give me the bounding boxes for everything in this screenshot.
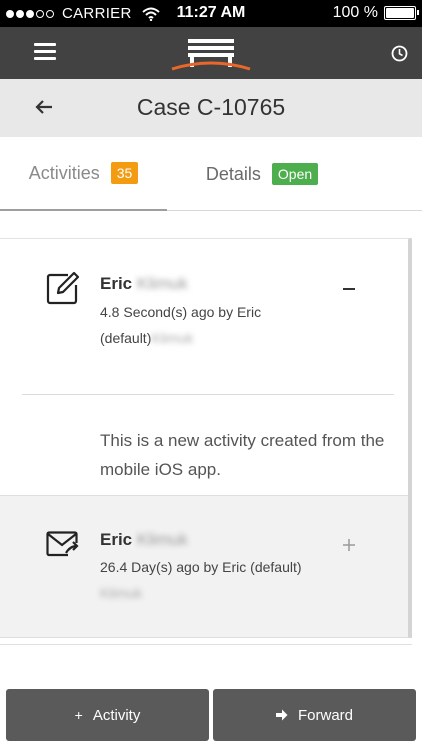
author-first-name: Eric [100, 530, 133, 549]
activity-author: Eric Klimuk [100, 274, 188, 294]
tab-activities[interactable]: Activities 35 [0, 137, 167, 211]
author-last-name-redacted: Klimuk [136, 274, 188, 293]
activity-card[interactable]: Eric Klimuk 26.4 Day(s) ago by Eric (def… [0, 495, 412, 638]
plus-icon: + [74, 707, 83, 723]
activity-meta-line2: (default)Klimuk [100, 325, 261, 351]
battery-fill [386, 8, 414, 18]
battery-percent: 100 % [332, 4, 378, 21]
forward-label: Forward [297, 706, 353, 724]
activity-owner-redacted: Klimuk [100, 585, 143, 601]
minus-icon[interactable] [342, 282, 356, 296]
activity-card[interactable]: Eric Klimuk 4.8 Second(s) ago by Eric (d… [0, 238, 412, 495]
activity-author: Eric Klimuk [100, 530, 188, 550]
bottom-action-bar: + Activity Forward [0, 681, 422, 750]
nav-bar [0, 27, 422, 79]
activities-count-badge: 35 [110, 162, 139, 184]
divider [0, 644, 412, 645]
bench-logo-icon [171, 39, 251, 71]
activity-owner: (default) [100, 330, 152, 346]
tab-activities-label: Activities [28, 162, 100, 183]
activity-owner-redacted: Klimuk [151, 330, 194, 346]
add-activity-label: Activity [92, 706, 141, 724]
divider [22, 394, 394, 395]
activity-body: This is a new activity created from the … [100, 431, 385, 479]
tab-details[interactable]: Details Open [167, 137, 357, 211]
arrow-right-icon [275, 709, 288, 721]
activity-meta: 4.8 Second(s) ago by Eric (default)Klimu… [100, 299, 261, 351]
forward-button[interactable]: Forward [213, 689, 416, 741]
tab-details-label: Details [205, 163, 261, 184]
edit-note-icon [46, 271, 80, 305]
author-last-name-redacted: Klimuk [136, 530, 188, 549]
status-right: 100 % [332, 4, 419, 22]
email-forward-icon [46, 531, 79, 557]
scrollbar[interactable] [408, 238, 412, 638]
case-header: Case C-10765 [0, 79, 422, 137]
plus-icon[interactable] [342, 538, 356, 552]
activity-list[interactable]: Eric Klimuk 4.8 Second(s) ago by Eric (d… [0, 211, 422, 681]
battery-icon [384, 6, 419, 20]
activity-meta: 26.4 Day(s) ago by Eric (default) Klimuk [100, 554, 302, 606]
status-bar: CARRIER 11:27 AM 100 % [0, 0, 422, 27]
activity-timestamp: 4.8 Second(s) ago by Eric [100, 304, 262, 320]
activity-timestamp: 26.4 Day(s) ago by Eric (default) [100, 559, 302, 575]
tab-bar: Activities 35 Details Open [0, 137, 422, 211]
status-badge: Open [271, 163, 319, 185]
clock-icon[interactable] [391, 45, 408, 62]
author-first-name: Eric [100, 274, 133, 293]
page-title: Case C-10765 [136, 94, 286, 120]
add-activity-button[interactable]: + Activity [6, 689, 209, 741]
hamburger-menu-icon[interactable] [34, 43, 56, 61]
